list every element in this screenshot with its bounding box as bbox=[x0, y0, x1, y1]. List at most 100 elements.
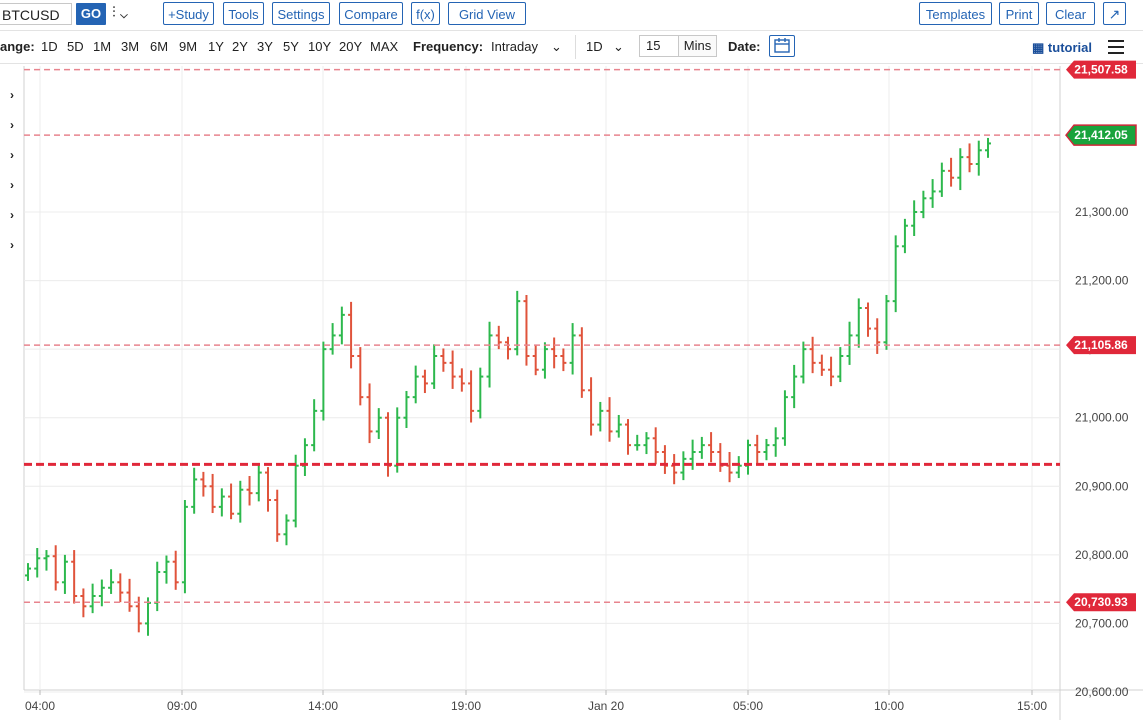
ohlc-bar bbox=[338, 306, 345, 345]
ohlc-bar bbox=[837, 347, 844, 383]
ohlc-bar bbox=[855, 298, 862, 348]
ohlc-bar bbox=[440, 348, 447, 372]
ohlc-bar bbox=[846, 321, 853, 365]
y-tick-label: 21,300.00 bbox=[1075, 205, 1129, 219]
ohlc-bar bbox=[301, 438, 308, 476]
ohlc-bar bbox=[274, 489, 281, 542]
price-line-label: 21,507.58 bbox=[1074, 63, 1128, 77]
last-price-label: 21,412.05 bbox=[1074, 128, 1128, 142]
ohlc-bar bbox=[578, 327, 585, 398]
ohlc-bar bbox=[154, 561, 161, 612]
ohlc-bar bbox=[34, 548, 41, 578]
ohlc-bar bbox=[735, 456, 742, 479]
ohlc-bar bbox=[505, 336, 511, 360]
ohlc-bar bbox=[163, 555, 170, 584]
y-tick-label: 21,200.00 bbox=[1075, 274, 1129, 288]
ohlc-bar bbox=[246, 476, 253, 506]
ohlc-bar bbox=[588, 377, 595, 436]
ohlc-bar bbox=[874, 318, 881, 354]
ohlc-bar bbox=[560, 348, 567, 372]
y-tick-label: 20,700.00 bbox=[1075, 616, 1129, 630]
ohlc-bar bbox=[938, 162, 945, 197]
ohlc-bar bbox=[71, 550, 78, 604]
ohlc-bar bbox=[412, 365, 419, 404]
x-tick-label: 15:00 bbox=[1017, 699, 1047, 713]
ohlc-bar bbox=[117, 573, 124, 603]
ohlc-bar bbox=[126, 578, 133, 612]
ohlc-bar bbox=[809, 336, 816, 374]
ohlc-bar bbox=[698, 436, 705, 459]
ohlc-bar bbox=[172, 550, 179, 590]
ohlc-bar bbox=[449, 350, 456, 389]
ohlc-bar bbox=[597, 401, 604, 432]
x-tick-label: 14:00 bbox=[308, 699, 338, 713]
ohlc-bar bbox=[145, 597, 151, 636]
price-chart[interactable]: 21,300.0021,200.0021,100.0021,000.0020,9… bbox=[0, 0, 1143, 724]
ohlc-bar bbox=[468, 370, 475, 423]
ohlc-bar bbox=[606, 397, 613, 442]
ohlc-bar bbox=[763, 438, 770, 461]
ohlc-bar bbox=[634, 434, 641, 451]
ohlc-bar bbox=[726, 452, 733, 483]
ohlc-bar bbox=[975, 140, 982, 176]
ohlc-bar bbox=[661, 445, 668, 474]
ohlc-bar bbox=[541, 342, 548, 379]
ohlc-bar bbox=[320, 341, 327, 421]
ohlc-bar bbox=[228, 483, 235, 520]
ohlc-bar bbox=[421, 369, 428, 394]
ohlc-bar bbox=[431, 344, 438, 389]
ohlc-bar bbox=[708, 432, 715, 463]
ohlc-bar bbox=[191, 467, 198, 514]
ohlc-bar bbox=[865, 302, 871, 337]
ohlc-bar bbox=[385, 412, 391, 477]
ohlc-bar bbox=[108, 569, 115, 594]
ohlc-bar bbox=[329, 323, 336, 355]
ohlc-bar bbox=[745, 439, 751, 475]
ohlc-bar bbox=[754, 434, 761, 465]
ohlc-bar bbox=[966, 143, 973, 173]
ohlc-bar bbox=[652, 427, 659, 465]
ohlc-bar bbox=[25, 563, 31, 581]
ohlc-bar bbox=[218, 488, 225, 517]
y-tick-label: 20,800.00 bbox=[1075, 548, 1129, 562]
ohlc-bar bbox=[551, 337, 558, 369]
ohlc-bar bbox=[357, 347, 364, 406]
x-tick-label: 10:00 bbox=[874, 699, 904, 713]
ohlc-bar bbox=[458, 368, 465, 392]
ohlc-bar bbox=[671, 454, 678, 485]
ohlc-bar bbox=[61, 554, 68, 594]
y-tick-label: 21,000.00 bbox=[1075, 411, 1129, 425]
ohlc-bar bbox=[643, 432, 650, 455]
ohlc-bar bbox=[920, 190, 927, 219]
ohlc-bar bbox=[348, 301, 355, 369]
x-tick-label: 19:00 bbox=[451, 699, 481, 713]
ohlc-bar bbox=[283, 514, 290, 546]
ohlc-bar bbox=[911, 200, 918, 236]
x-tick-label: 04:00 bbox=[25, 699, 55, 713]
x-tick-label: Jan 20 bbox=[588, 699, 624, 713]
ohlc-bar bbox=[772, 427, 779, 457]
ohlc-bar bbox=[394, 407, 401, 473]
ohlc-bar bbox=[892, 235, 899, 313]
price-line-label: 21,105.86 bbox=[1074, 338, 1128, 352]
ohlc-bar bbox=[929, 179, 936, 208]
ohlc-bar bbox=[985, 137, 991, 158]
ohlc-bar bbox=[717, 443, 724, 472]
y-tick-label: 20,900.00 bbox=[1075, 479, 1129, 493]
ohlc-bar bbox=[948, 157, 955, 187]
ohlc-bar bbox=[477, 367, 484, 419]
ohlc-bar bbox=[89, 583, 96, 614]
ohlc-bar bbox=[255, 462, 262, 502]
ohlc-bar bbox=[311, 399, 318, 452]
ohlc-bar bbox=[523, 294, 530, 366]
ohlc-bar bbox=[209, 473, 216, 514]
ohlc-bar bbox=[52, 545, 59, 591]
x-tick-label: 09:00 bbox=[167, 699, 197, 713]
ohlc-bar bbox=[901, 218, 908, 254]
ohlc-bar bbox=[200, 471, 207, 497]
ohlc-bar bbox=[800, 341, 807, 384]
ohlc-bar bbox=[43, 550, 50, 571]
y-tick-label: 20,600.00 bbox=[1075, 685, 1129, 699]
ohlc-bar bbox=[486, 321, 493, 388]
ohlc-bar bbox=[375, 408, 382, 439]
